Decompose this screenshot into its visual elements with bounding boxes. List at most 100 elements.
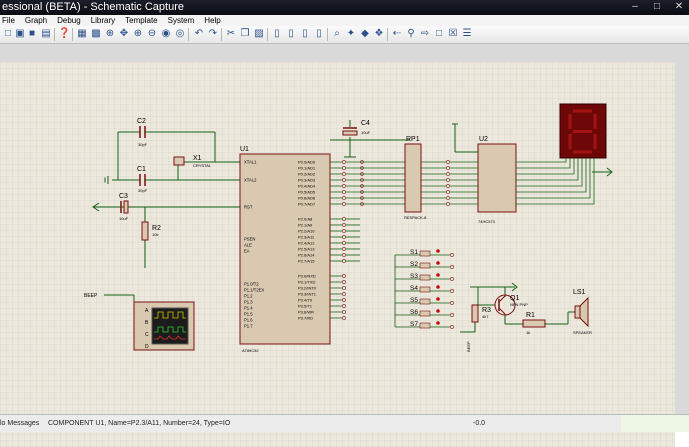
c2-label: C2: [137, 118, 146, 125]
schematic-canvas-area[interactable]: C2 30pF C1 30pF X1 CRYSTAL C3 10uF R2 10…: [0, 44, 689, 447]
help-icon[interactable]: ❓: [58, 28, 70, 40]
block-rotate-icon[interactable]: ▯: [299, 28, 311, 40]
schematic-sheet[interactable]: C2 30pF C1 30pF X1 CRYSTAL C3 10uF R2 10…: [0, 62, 675, 447]
switch-label: S7: [410, 321, 418, 328]
minimize-icon[interactable]: –: [629, 1, 641, 13]
r2-value: 10k: [152, 232, 158, 237]
r3-value: 4k7: [482, 314, 489, 319]
maximize-icon[interactable]: □: [651, 1, 663, 13]
u1-pin-label: P1.5: [244, 312, 253, 317]
open-icon[interactable]: ▣: [14, 28, 26, 40]
u1-pin-label: P0.3/AD3: [298, 178, 316, 183]
crystal-x1[interactable]: [173, 156, 185, 166]
u1-pin-label: P0.5/AD5: [298, 190, 316, 195]
menu-graph[interactable]: Graph: [23, 15, 49, 26]
paste-icon[interactable]: ▨: [253, 28, 265, 40]
u1-pin-label: P0.4/AD4: [298, 184, 316, 189]
remove-sheet-icon[interactable]: ☒: [447, 28, 459, 40]
title-bar: essional (BETA) - Schematic Capture – □ …: [0, 0, 689, 15]
u1-pin-label: RST: [244, 205, 253, 210]
block-move-icon[interactable]: ▯: [285, 28, 297, 40]
window-title: essional (BETA) - Schematic Capture: [2, 1, 184, 13]
u1-pin-label: EA: [244, 249, 250, 254]
u1-pin-label: P1.3: [244, 300, 253, 305]
resistor-pack-rp1[interactable]: [404, 143, 422, 213]
seven-segment-display[interactable]: [559, 103, 607, 159]
decompose-icon[interactable]: ❖: [373, 28, 385, 40]
oscilloscope[interactable]: [133, 301, 195, 351]
beep-terminal-label: BEEP: [84, 293, 98, 299]
zoom-area-icon[interactable]: ◎: [174, 28, 186, 40]
menu-bar: File Graph Debug Library Template System…: [0, 15, 689, 26]
pan-icon[interactable]: ✥: [118, 28, 130, 40]
status-coordinates: -0.0: [473, 420, 486, 427]
u1-model: AT89C52: [242, 348, 259, 353]
rp1-label: RP1: [406, 136, 420, 143]
block-delete-icon[interactable]: ▯: [313, 28, 325, 40]
u1-pin-label: XTAL2: [244, 178, 257, 183]
menu-system[interactable]: System: [166, 15, 197, 26]
search-icon[interactable]: ⚲: [405, 28, 417, 40]
redraw-icon[interactable]: ▦: [76, 28, 88, 40]
new-icon[interactable]: □: [2, 28, 14, 40]
zoom-out-icon[interactable]: ⊖: [146, 28, 158, 40]
menu-template[interactable]: Template: [123, 15, 159, 26]
cut-icon[interactable]: ✂: [225, 28, 237, 40]
resistor-r3[interactable]: [471, 304, 479, 323]
close-icon[interactable]: ✕: [673, 1, 685, 13]
menu-library[interactable]: Library: [89, 15, 117, 26]
netlist-icon[interactable]: ☰: [461, 28, 473, 40]
latch-u2[interactable]: [477, 143, 517, 213]
u2-label: U2: [479, 136, 488, 143]
redo-icon[interactable]: ↷: [207, 28, 219, 40]
save-icon[interactable]: ■: [26, 28, 38, 40]
u1-pin-label: P3.5/T1: [298, 304, 313, 309]
c3-value: 10uF: [119, 216, 129, 221]
grid-icon[interactable]: ▩: [90, 28, 102, 40]
menu-debug[interactable]: Debug: [55, 15, 83, 26]
resistor-r2[interactable]: [141, 221, 149, 241]
switch-label: S6: [410, 309, 418, 316]
menu-help[interactable]: Help: [202, 15, 222, 26]
property-tool-icon[interactable]: ⇨: [419, 28, 431, 40]
u1-pin-label: P1.6: [244, 318, 253, 323]
u1-pin-label: P3.3/INT1: [298, 292, 317, 297]
u1-pin-label: P3.2/INT0: [298, 286, 317, 291]
messages-indicator[interactable]: lo Messages: [0, 415, 39, 432]
u2-model: 74HC573: [478, 219, 496, 224]
u1-pin-label: P2.0/A8: [298, 217, 313, 222]
zoom-all-icon[interactable]: ◉: [160, 28, 172, 40]
u1-pin-label: P0.7/AD7: [298, 202, 316, 207]
pick-device-icon[interactable]: ⌕: [331, 28, 343, 40]
c1-label: C1: [137, 166, 146, 173]
package-tool-icon[interactable]: ◆: [359, 28, 371, 40]
zoom-in-icon[interactable]: ⊕: [132, 28, 144, 40]
x1-label: X1: [193, 155, 202, 162]
wire-autorouter-icon[interactable]: ⇠: [391, 28, 403, 40]
new-sheet-icon[interactable]: □: [433, 28, 445, 40]
ls1-label: LS1: [573, 289, 586, 296]
origin-icon[interactable]: ⊕: [104, 28, 116, 40]
u1-label: U1: [240, 146, 249, 153]
ls1-model: SPEAKER: [573, 330, 592, 335]
u1-pin-label: P1.0/T2: [244, 282, 259, 287]
undo-icon[interactable]: ↶: [193, 28, 205, 40]
mcu-u1[interactable]: [239, 153, 331, 345]
u1-pin-label: P2.4/A12: [298, 241, 315, 246]
c1-value: 30pF: [138, 188, 148, 193]
make-device-icon[interactable]: ✦: [345, 28, 357, 40]
beep-net-label: BEEP: [466, 341, 471, 352]
status-component-info: COMPONENT U1, Name=P2.3/A11, Number=24, …: [48, 420, 231, 427]
u1-pin-label: XTAL1: [244, 160, 257, 165]
switch-label: S4: [410, 285, 418, 292]
block-copy-icon[interactable]: ▯: [271, 28, 283, 40]
resistor-r1[interactable]: [522, 319, 546, 328]
print-icon[interactable]: ▤: [40, 28, 52, 40]
c3-label: C3: [119, 193, 128, 200]
copy-icon[interactable]: ❐: [239, 28, 251, 40]
menu-file[interactable]: File: [0, 15, 17, 26]
u1-pin-label: P2.5/A13: [298, 247, 315, 252]
toolbar: □ ▣ ■ ▤ ❓ ▦ ▩ ⊕ ✥ ⊕ ⊖ ◉ ◎ ↶ ↷ ✂ ❐ ▨ ▯ ▯ …: [0, 26, 689, 44]
u1-pin-label: P2.6/A14: [298, 253, 315, 258]
u1-pin-label: P1.1/T2EX: [244, 288, 264, 293]
